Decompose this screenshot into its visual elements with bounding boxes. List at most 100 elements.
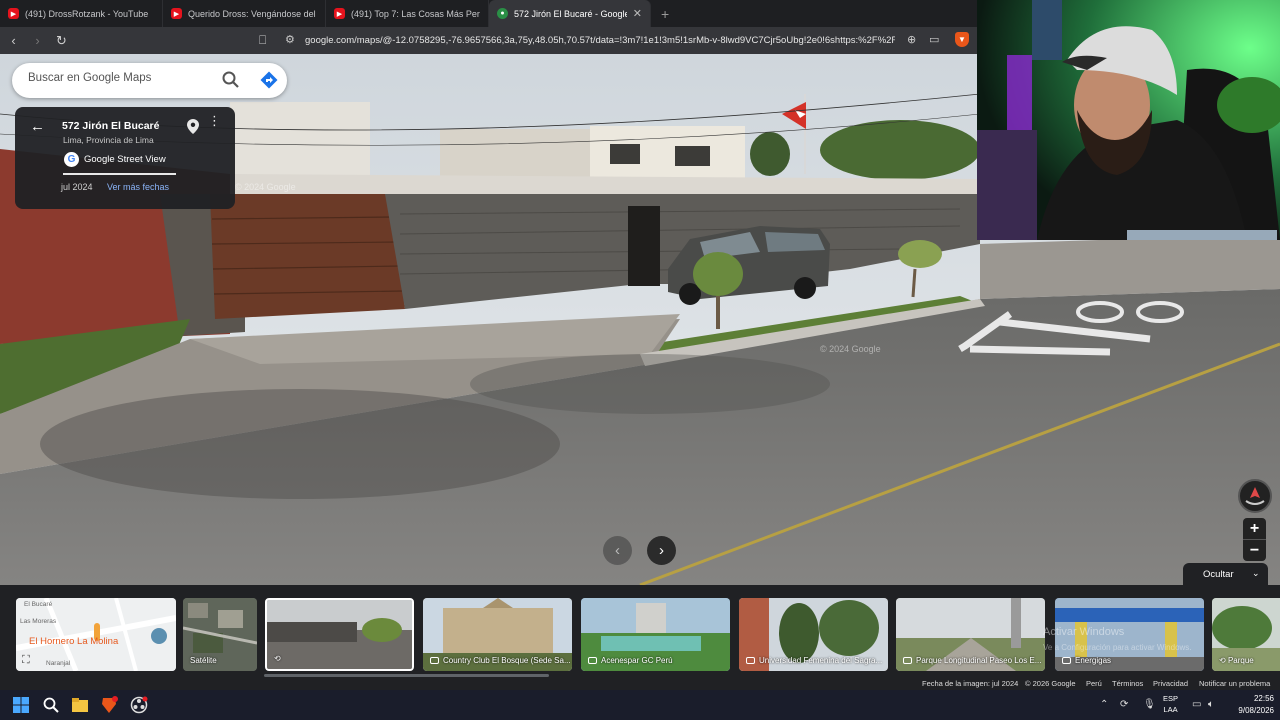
browser-tab-1[interactable]: ▶ (491) DrossRotzank - YouTube (0, 0, 163, 27)
chevron-up-icon[interactable]: ⌃ (1100, 699, 1108, 710)
youtube-icon: ▶ (8, 8, 19, 19)
cast-icon[interactable]: ▭ (929, 33, 939, 46)
camera-icon (1062, 657, 1071, 664)
url-text[interactable]: google.com/maps/@-12.0758295,-76.9657566… (305, 35, 895, 46)
clock-time: 22:56 (1253, 694, 1274, 703)
thumbnail-label: Energigas (1062, 656, 1111, 665)
brave-shield-icon[interactable]: ▼ (955, 32, 969, 47)
compass-icon (1245, 487, 1265, 505)
maps-search-box (12, 63, 287, 98)
chevron-down-icon: ⌄ (1252, 568, 1260, 578)
site-info-icon[interactable]: ⚙ (285, 33, 295, 46)
place-thumbnail-universidad[interactable]: Universidad Femenina del Sagra... (739, 598, 888, 671)
watermark-text: © 2024 Google (820, 344, 881, 354)
forward-icon[interactable]: › (27, 33, 48, 48)
map-street-label: Naranjal (46, 660, 71, 667)
zoom-out-button[interactable]: − (1243, 540, 1266, 561)
windows-activation-title: Activar Windows (1043, 626, 1125, 638)
place-thumbnail-parque-longitudinal[interactable]: Parque Longitudinal Paseo Los E... (896, 598, 1045, 671)
satellite-thumbnail[interactable]: Satélite (183, 598, 257, 671)
thumbnail-label: Satélite (190, 656, 217, 665)
search-icon[interactable] (42, 696, 60, 714)
camera-icon (588, 657, 597, 664)
browser-toolbar: ‹ › ↻ ⎕ ⚙ google.com/maps/@-12.0758295,-… (0, 27, 977, 54)
current-street-view-thumbnail[interactable]: ⟲ (265, 598, 414, 671)
browser-tab-3[interactable]: ▶ (491) Top 7: Las Cosas Más Perturbador… (326, 0, 489, 27)
more-dates-link[interactable]: Ver más fechas (107, 182, 169, 192)
camera-icon (746, 657, 755, 664)
tab-title: (491) Top 7: Las Cosas Más Perturbadoras (351, 8, 480, 19)
network-activity-icon[interactable]: ⟳ (1120, 699, 1128, 710)
place-thumbnail-parque[interactable]: ⟲ Parque (1212, 598, 1280, 671)
map-street-label: Las Moreras (20, 618, 57, 625)
street-view-thumb-image (267, 600, 412, 669)
browser-tab-4-active[interactable]: ● 572 Jirón El Bucaré - Google Maps ✕ (489, 0, 651, 27)
windows-start-icon[interactable] (12, 696, 30, 714)
file-explorer-icon[interactable] (71, 696, 89, 714)
google-logo-icon: G (64, 152, 79, 167)
more-options-icon[interactable]: ⋮ (208, 114, 221, 127)
image-date-text: Fecha de la imagen: jul 2024 (922, 679, 1019, 688)
volume-icon[interactable]: 🔈︎ (1208, 699, 1214, 710)
location-pin-icon[interactable] (187, 119, 199, 134)
report-problem-link[interactable]: Notificar un problema (1199, 679, 1270, 688)
address-bar[interactable]: ⎕ ⚙ google.com/maps/@-12.0758295,-76.965… (255, 29, 977, 52)
place-thumbnail-acenespar[interactable]: Acenespar GC Perú (581, 598, 730, 671)
source-label: Google Street View (84, 154, 166, 165)
language-code: ESP (1163, 694, 1179, 703)
privacy-link[interactable]: Privacidad (1153, 679, 1188, 688)
map-thumbnail[interactable]: El Hornero La Molina El Bucaré Las Morer… (16, 598, 176, 671)
thumbnail-label: Country Club El Bosque (Sede Sa... (430, 656, 571, 665)
country-link[interactable]: Perú (1086, 679, 1102, 688)
reload-icon[interactable]: ↻ (51, 33, 72, 49)
zoom-in-button[interactable]: + (1243, 518, 1266, 539)
youtube-icon: ▶ (171, 8, 182, 19)
place-thumbnail-country-club[interactable]: Country Club El Bosque (Sede Sa... (423, 598, 572, 671)
previous-image-button[interactable]: ‹ (603, 536, 632, 565)
map-place-label: El Hornero La Molina (29, 636, 119, 647)
tab-title: 572 Jirón El Bucaré - Google Maps (514, 8, 627, 19)
close-tab-icon[interactable]: ✕ (633, 7, 642, 20)
back-icon[interactable]: ‹ (3, 33, 24, 48)
camera-icon (903, 657, 912, 664)
maps-footer: Fecha de la imagen: jul 2024 © 2026 Goog… (0, 678, 1280, 690)
strip-scrollbar[interactable] (264, 674, 549, 677)
youtube-icon: ▶ (334, 8, 345, 19)
new-tab-button[interactable]: + (651, 0, 679, 27)
capture-date: jul 2024 (61, 182, 93, 192)
back-arrow-icon[interactable]: ← (30, 118, 45, 135)
copyright-text: © 2026 Google (1025, 679, 1076, 688)
screen: ▶ (491) DrossRotzank - YouTube ▶ Querido… (0, 0, 1280, 720)
thumbnail-label: Parque Longitudinal Paseo Los E... (903, 656, 1041, 665)
place-address: 572 Jirón El Bucaré (62, 120, 160, 132)
obs-icon[interactable] (130, 696, 148, 714)
webcam-image (977, 0, 1280, 240)
brave-browser-icon[interactable] (100, 696, 118, 714)
mini-map (16, 598, 176, 671)
thumbnail-label: ⟲ Parque (1219, 656, 1254, 665)
system-clock[interactable]: 22:56 9/08/2026 (1222, 693, 1274, 717)
zoom-icon[interactable]: ⊕ (907, 33, 916, 46)
tab-title: Querido Dross: Vengándose del Bully (188, 8, 317, 19)
clock-date: 9/08/2026 (1238, 706, 1274, 715)
display-icon[interactable]: ▭ (1192, 699, 1201, 710)
browser-tab-strip: ▶ (491) DrossRotzank - YouTube ▶ Querido… (0, 0, 977, 27)
search-icon[interactable] (221, 70, 241, 90)
browser-tab-2[interactable]: ▶ Querido Dross: Vengándose del Bully (163, 0, 326, 27)
fullscreen-icon[interactable]: ⛶ (22, 654, 30, 667)
google-maps-icon: ● (497, 8, 508, 19)
compass-control[interactable] (1238, 479, 1272, 513)
zoom-control: + − (1243, 518, 1266, 561)
language-indicator[interactable]: ESP LAA (1163, 693, 1178, 715)
keyboard-layout: LAA (1163, 705, 1178, 714)
directions-icon[interactable] (259, 70, 279, 90)
search-input[interactable] (28, 72, 218, 84)
microphone-icon[interactable]: 🎙︎ (1143, 699, 1156, 710)
windows-activation-subtitle: Ve a Configuración para activar Windows. (1043, 643, 1192, 652)
place-region: Lima, Provincia de Lima (63, 135, 154, 145)
terms-link[interactable]: Términos (1112, 679, 1143, 688)
hide-strip-button[interactable]: Ocultar ⌄ (1183, 563, 1268, 585)
bookmark-icon[interactable]: ⎕ (259, 33, 266, 48)
next-image-button[interactable]: › (647, 536, 676, 565)
street-view-info-card: ← 572 Jirón El Bucaré Lima, Provincia de… (15, 107, 235, 209)
